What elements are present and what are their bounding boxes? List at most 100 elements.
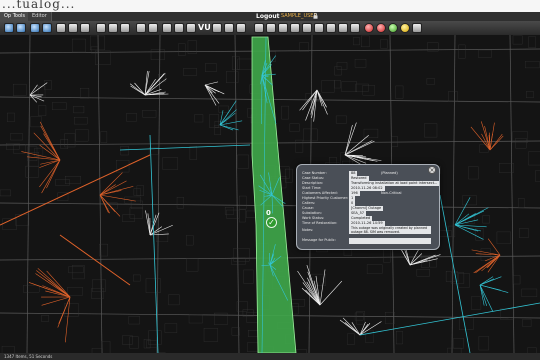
- layers-icon[interactable]: [96, 23, 106, 33]
- service-line: [479, 284, 494, 312]
- service-line: [204, 84, 220, 104]
- outage-info-popup: × Case Number: 88 (Planned) Case Status: Res…: [296, 164, 440, 250]
- lightbulb-icon[interactable]: [400, 23, 410, 33]
- parcel-outline: [226, 71, 239, 83]
- notes-label: Notes:: [302, 228, 314, 232]
- print-icon[interactable]: [108, 23, 118, 33]
- parcel-outline: [524, 61, 540, 69]
- full-extent-icon[interactable]: [30, 23, 40, 33]
- parcel-outline: [321, 80, 335, 93]
- zoom-in-icon[interactable]: [4, 23, 14, 33]
- parcel-outline: [41, 315, 49, 322]
- map-view[interactable]: 0 ✓: [0, 35, 540, 353]
- parcel-outline: [416, 269, 430, 277]
- parcel-outline: [334, 66, 342, 76]
- search-icon[interactable]: [136, 23, 146, 33]
- parcel-outline: [52, 102, 67, 110]
- legend-icon[interactable]: [224, 23, 234, 33]
- identify-icon[interactable]: [68, 23, 78, 33]
- tab-editor[interactable]: Editor: [28, 12, 52, 21]
- service-line: [99, 172, 123, 196]
- parcel-outline: [218, 105, 229, 113]
- alarm-icon[interactable]: [364, 23, 374, 33]
- parcel-outline: [354, 59, 367, 68]
- switch-icon[interactable]: [290, 23, 300, 33]
- parcel-outline: [100, 131, 108, 143]
- street-line: [156, 35, 161, 353]
- feeder-line: [359, 302, 540, 336]
- parcel-outline: [439, 230, 452, 237]
- parcel-outline: [361, 35, 370, 48]
- check-icon[interactable]: ✓: [266, 217, 277, 228]
- parcel-outline: [482, 215, 490, 224]
- parcel-outline: [38, 105, 47, 116]
- message-field[interactable]: [349, 238, 431, 244]
- logout-link[interactable]: Logout: [256, 12, 280, 21]
- chart-icon[interactable]: [350, 23, 360, 33]
- service-line: [454, 210, 485, 226]
- parcel-outline: [448, 91, 458, 102]
- parcel-outline: [522, 318, 532, 327]
- parcel-outline: [528, 36, 536, 48]
- service-line: [316, 89, 328, 115]
- parcel-outline: [424, 123, 438, 138]
- crew-icon[interactable]: [266, 23, 276, 33]
- parcel-outline: [122, 335, 133, 345]
- parcel-outline: [43, 80, 52, 90]
- parcel-outline: [496, 231, 511, 244]
- trace-icon[interactable]: [326, 23, 336, 33]
- refresh-icon[interactable]: [148, 23, 158, 33]
- street-line: [451, 35, 456, 353]
- service-line: [37, 268, 71, 298]
- select-icon[interactable]: [56, 23, 66, 33]
- bookmark-icon[interactable]: [120, 23, 130, 33]
- map-canvas[interactable]: [0, 35, 540, 353]
- info-icon[interactable]: [186, 23, 196, 33]
- grid-icon[interactable]: [212, 23, 222, 33]
- report-icon[interactable]: [338, 23, 348, 33]
- stop-icon[interactable]: [376, 23, 386, 33]
- measure-icon[interactable]: [80, 23, 90, 33]
- parcel-outline: [246, 312, 259, 323]
- parcel-outline: [130, 200, 143, 209]
- parcel-outline: [299, 42, 309, 52]
- vu-button[interactable]: VU: [198, 22, 211, 34]
- parcel-outline: [243, 269, 254, 284]
- outage-list-icon[interactable]: [254, 23, 264, 33]
- parcel-outline: [448, 225, 456, 238]
- parcel-outline: [67, 287, 83, 296]
- zoom-out-icon[interactable]: [16, 23, 26, 33]
- parcel-outline: [470, 296, 482, 310]
- brand-logo-text: ...tualog...: [2, 0, 76, 11]
- export-icon[interactable]: [412, 23, 422, 33]
- parcel-outline: [176, 197, 184, 209]
- notes-field[interactable]: This outage was originally created by pl…: [349, 226, 431, 234]
- lock-icon[interactable]: [313, 13, 318, 19]
- service-line: [319, 269, 326, 306]
- parcel-outline: [90, 35, 105, 51]
- call-icon[interactable]: [278, 23, 288, 33]
- parcel-outline: [335, 115, 347, 124]
- feeder-icon[interactable]: [314, 23, 324, 33]
- parcel-outline: [285, 168, 293, 183]
- service-line: [41, 296, 71, 306]
- parcel-outline: [91, 287, 104, 299]
- pan-icon[interactable]: [42, 23, 52, 33]
- help-icon[interactable]: [174, 23, 184, 33]
- parcel-outline: [395, 85, 404, 99]
- tab-op-tools[interactable]: Op Tools: [0, 12, 31, 21]
- service-line: [454, 224, 484, 240]
- device-icon[interactable]: [302, 23, 312, 33]
- parcel-outline: [459, 317, 474, 330]
- settings-icon[interactable]: [162, 23, 172, 33]
- parcel-outline: [289, 299, 305, 307]
- parcel-outline: [237, 154, 249, 169]
- parcel-outline: [365, 330, 374, 343]
- close-icon[interactable]: ×: [428, 166, 436, 174]
- table-icon[interactable]: [236, 23, 246, 33]
- service-line: [29, 84, 38, 96]
- parcel-outline: [129, 207, 143, 219]
- go-icon[interactable]: [388, 23, 398, 33]
- parcel-outline: [468, 166, 479, 180]
- parcel-outline: [145, 278, 161, 293]
